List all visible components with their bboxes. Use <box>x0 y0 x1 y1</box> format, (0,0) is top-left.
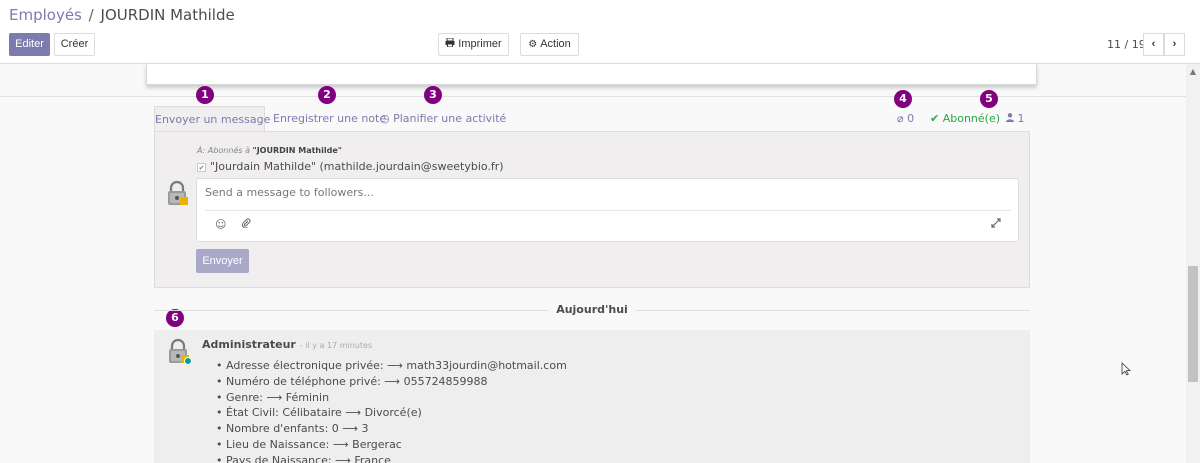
user-icon <box>1006 112 1018 125</box>
recipients-header: À: Abonnés à "JOURDIN Mathilde" <box>197 146 342 155</box>
annotation-badge-3: 3 <box>424 86 442 104</box>
tracking-value-item: Pays de Naissance: ⟶ France <box>216 453 567 463</box>
control-panel: Employés / JOURDIN Mathilde Editer Créer… <box>0 0 1200 64</box>
follow-button[interactable]: ✔ Abonné(e) <box>930 106 1000 132</box>
attachments-count: 0 <box>907 112 915 125</box>
annotation-badge-2: 2 <box>318 86 336 104</box>
message-author-line: Administrateur - il y a 17 minutes <box>202 338 372 351</box>
action-label: Action <box>540 38 571 50</box>
tab-schedule-activity[interactable]: ◷ Planifier une activité <box>380 106 506 132</box>
follow-status: Abonné(e) <box>942 112 1001 125</box>
message-input-box: ☺ <box>196 178 1019 242</box>
recipients-prefix: À: Abonnés à <box>197 146 250 155</box>
tracking-value-item: Nombre d'enfants: 0 ⟶ 3 <box>216 421 567 437</box>
pager-previous-button[interactable]: ‹ <box>1143 33 1164 56</box>
scrollbar[interactable]: ▲ <box>1186 64 1200 463</box>
scroll-thumb[interactable] <box>1188 266 1198 382</box>
print-icon <box>445 34 455 55</box>
clock-icon: ◷ <box>380 112 390 125</box>
edit-button[interactable]: Editer <box>9 33 50 56</box>
breadcrumb-employees-link[interactable]: Employés <box>9 6 82 24</box>
annotation-badge-1: 1 <box>196 86 214 104</box>
tracking-value-item: Lieu de Naissance: ⟶ Bergerac <box>216 437 567 453</box>
composer-avatar <box>163 179 191 207</box>
avatar-lock-icon <box>163 179 191 207</box>
recipient-checkbox[interactable]: ✔ <box>197 163 206 172</box>
followers-button[interactable]: 1 <box>1006 106 1025 132</box>
send-button[interactable]: Envoyer <box>196 249 249 273</box>
chatter-topbar: Envoyer un message Enregistrer une note … <box>154 106 1030 132</box>
chevron-left-icon: ‹ <box>1151 38 1156 50</box>
gear-icon: ⚙ <box>528 39 538 50</box>
pager-value[interactable]: 11 / 19 <box>1107 38 1146 51</box>
create-button[interactable]: Créer <box>54 33 95 56</box>
tab-schedule-activity-label: Planifier une activité <box>393 112 507 125</box>
followers-count: 1 <box>1017 112 1025 125</box>
date-separator: Aujourd'hui <box>154 302 1030 318</box>
tracking-value-item: Genre: ⟶ Féminin <box>216 390 567 406</box>
breadcrumb-current: JOURDIN Mathilde <box>100 6 235 24</box>
tracking-value-item: Numéro de téléphone privé: ⟶ 05572485998… <box>216 374 567 390</box>
tab-send-message[interactable]: Envoyer un message <box>154 106 270 132</box>
date-separator-label: Aujourd'hui <box>154 303 1030 316</box>
form-sheet <box>146 64 1037 85</box>
recipient-label: "Jourdain Mathilde" (mathilde.jourdain@s… <box>210 160 504 173</box>
tracking-values-list: Adresse électronique privée: ⟶ math33jou… <box>216 358 567 463</box>
action-button[interactable]: ⚙ Action <box>520 33 579 56</box>
paperclip-icon: ⌀ <box>897 112 904 125</box>
author-avatar[interactable] <box>164 337 192 365</box>
input-separator <box>205 210 1011 211</box>
tracking-value-item: Adresse électronique privée: ⟶ math33jou… <box>216 358 567 374</box>
message-composer: À: Abonnés à "JOURDIN Mathilde" ✔ "Jourda… <box>154 131 1030 288</box>
check-icon: ✔ <box>930 112 940 125</box>
mouse-cursor-icon <box>1121 362 1131 376</box>
breadcrumb-separator: / <box>88 6 94 24</box>
message-time: - il y a 17 minutes <box>299 341 373 350</box>
message-item: Administrateur- il y a 17 minutes Adress… <box>154 330 1030 463</box>
message-author[interactable]: Administrateur <box>202 338 296 351</box>
attach-file-icon[interactable] <box>241 218 251 231</box>
attachments-button[interactable]: ⌀ 0 <box>897 106 914 132</box>
tracking-value-item: État Civil: Célibataire ⟶ Divorcé(e) <box>216 405 567 421</box>
chevron-right-icon: › <box>1172 38 1177 50</box>
tab-log-note[interactable]: Enregistrer une note <box>273 106 386 132</box>
recipients-target: "JOURDIN Mathilde" <box>252 146 342 155</box>
expand-icon[interactable] <box>991 218 1001 231</box>
emoji-icon[interactable]: ☺ <box>215 218 226 231</box>
print-label: Imprimer <box>458 38 502 50</box>
breadcrumb: Employés / JOURDIN Mathilde <box>9 6 235 24</box>
message-textarea[interactable] <box>205 186 1005 204</box>
form-divider <box>0 96 1186 97</box>
online-status-icon <box>184 357 192 365</box>
pager-next-button[interactable]: › <box>1164 33 1185 56</box>
recipient-row: ✔ "Jourdain Mathilde" (mathilde.jourdain@… <box>197 160 504 173</box>
scroll-up-arrow-icon[interactable]: ▲ <box>1186 67 1200 76</box>
print-button[interactable]: Imprimer <box>438 33 509 56</box>
